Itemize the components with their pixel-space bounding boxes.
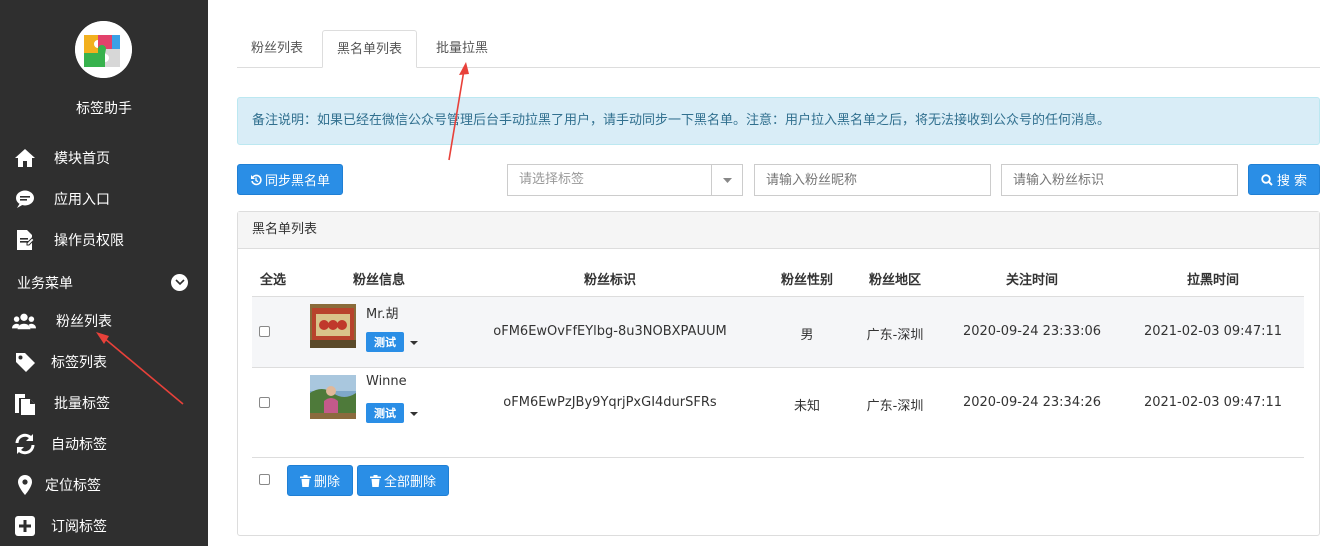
sidebar-item-label: 操作员权限 [54, 233, 124, 249]
column-header-gender: 粉丝性别 [780, 273, 833, 288]
fan-block-time: 2021-02-03 09:47:11 [1143, 324, 1283, 339]
plus-square-icon [13, 514, 37, 538]
column-header-region: 粉丝地区 [868, 273, 921, 288]
fan-name: Mr.胡 [366, 307, 399, 322]
sidebar-item-operator-permissions[interactable]: 操作员权限 [0, 222, 208, 258]
sidebar-item-label: 订阅标签 [51, 519, 107, 535]
fan-follow-time: 2020-09-24 23:33:06 [962, 324, 1102, 339]
sidebar-item-label: 自动标签 [51, 437, 107, 453]
fan-follow-time: 2020-09-24 23:34:26 [962, 395, 1102, 410]
tag-icon [13, 350, 37, 374]
tab-batch-block[interactable]: 批量拉黑 [422, 30, 502, 68]
chat-icon [13, 187, 37, 211]
fan-gender: 未知 [793, 399, 820, 414]
fan-region: 广东-深圳 [866, 328, 924, 343]
notice-alert: 备注说明：如果已经在微信公众号管理后台手动拉黑了用户，请手动同步一下黑名单。注意… [237, 97, 1320, 145]
trash-icon [299, 474, 311, 487]
copy-icon [13, 391, 37, 415]
document-edit-icon [13, 228, 37, 252]
column-header-openid: 粉丝标识 [583, 273, 636, 288]
footer-select-all-checkbox[interactable] [259, 474, 270, 485]
search-icon [1261, 173, 1273, 186]
column-header-fan-info: 粉丝信息 [352, 273, 405, 288]
sidebar-item-label: 应用入口 [54, 192, 110, 208]
sidebar: 标签助手 模块首页 应用入口 操作员权限 业务菜单 粉丝列表 标签列表 批量标签… [0, 0, 208, 546]
tag-caret-down-icon[interactable] [410, 341, 418, 345]
row-checkbox[interactable] [259, 397, 270, 408]
sidebar-item-fan-list[interactable]: 粉丝列表 [0, 303, 208, 339]
caret-down-icon[interactable] [711, 165, 742, 195]
app-logo [75, 21, 132, 78]
trash-icon [369, 474, 381, 487]
sidebar-item-auto-tag[interactable]: 自动标签 [0, 426, 208, 462]
fan-tag-badge[interactable]: 测试 [366, 403, 404, 423]
tag-caret-down-icon[interactable] [410, 412, 418, 416]
map-marker-icon [13, 473, 37, 497]
fan-block-time: 2021-02-03 09:47:11 [1143, 395, 1283, 410]
home-icon [13, 146, 37, 170]
table-divider [252, 457, 1304, 458]
fan-name: Winne [366, 374, 407, 389]
refresh-icon [13, 432, 37, 456]
tag-select-placeholder: 请选择标签 [519, 172, 585, 187]
sync-blacklist-label: 同步黑名单 [264, 174, 330, 189]
fan-region: 广东-深圳 [866, 399, 924, 414]
sidebar-item-batch-tag[interactable]: 批量标签 [0, 385, 208, 421]
sidebar-item-home[interactable]: 模块首页 [0, 140, 208, 176]
sidebar-item-tag-list[interactable]: 标签列表 [0, 344, 208, 380]
column-header-follow-time: 关注时间 [1005, 273, 1058, 288]
delete-all-button[interactable]: 全部删除 [357, 465, 449, 496]
sidebar-item-label: 模块首页 [54, 151, 110, 167]
fan-avatar [310, 304, 356, 348]
delete-button[interactable]: 删除 [287, 465, 353, 496]
users-icon [12, 309, 36, 333]
sync-blacklist-button[interactable]: 同步黑名单 [237, 164, 343, 195]
sidebar-item-label: 粉丝列表 [56, 314, 112, 330]
delete-label: 删除 [313, 475, 340, 490]
chevron-down-icon[interactable] [171, 274, 188, 291]
fan-avatar [310, 375, 356, 419]
sidebar-item-label: 批量标签 [54, 396, 110, 412]
search-button[interactable]: 搜 索 [1248, 164, 1320, 195]
openid-input[interactable] [1001, 164, 1238, 196]
sidebar-item-subscribe-tag[interactable]: 订阅标签 [0, 508, 208, 544]
history-icon [250, 174, 262, 185]
fan-gender: 男 [800, 328, 814, 343]
fan-openid: oFM6EwOvFfEYlbg-8u3NOBXPAUUM [493, 324, 727, 339]
fan-tag-badge[interactable]: 测试 [366, 332, 404, 352]
app-name: 标签助手 [76, 101, 132, 117]
sidebar-item-label: 定位标签 [45, 478, 101, 494]
sidebar-item-label: 标签列表 [51, 355, 107, 371]
tag-select[interactable]: 请选择标签 [507, 164, 743, 196]
column-header-block-time: 拉黑时间 [1186, 273, 1239, 288]
business-menu-header[interactable]: 业务菜单 [0, 271, 208, 293]
delete-all-label: 全部删除 [383, 475, 436, 490]
sidebar-item-location-tag[interactable]: 定位标签 [0, 467, 208, 503]
search-label: 搜 索 [1276, 174, 1308, 189]
puzzle-logo-icon [75, 21, 132, 78]
fan-openid: oFM6EwPzJBy9YqrjPxGI4durSFRs [503, 395, 717, 410]
panel-title: 黑名单列表 [238, 212, 1319, 249]
nickname-input[interactable] [754, 164, 991, 196]
tab-fan-list[interactable]: 粉丝列表 [237, 30, 317, 68]
business-menu-label: 业务菜单 [17, 276, 73, 292]
tab-blacklist[interactable]: 黑名单列表 [322, 30, 418, 68]
tab-bar: 粉丝列表 黑名单列表 批量拉黑 [237, 30, 1320, 68]
column-header-select-all[interactable]: 全选 [254, 269, 292, 288]
sidebar-item-app-entry[interactable]: 应用入口 [0, 181, 208, 217]
row-checkbox[interactable] [259, 326, 270, 337]
